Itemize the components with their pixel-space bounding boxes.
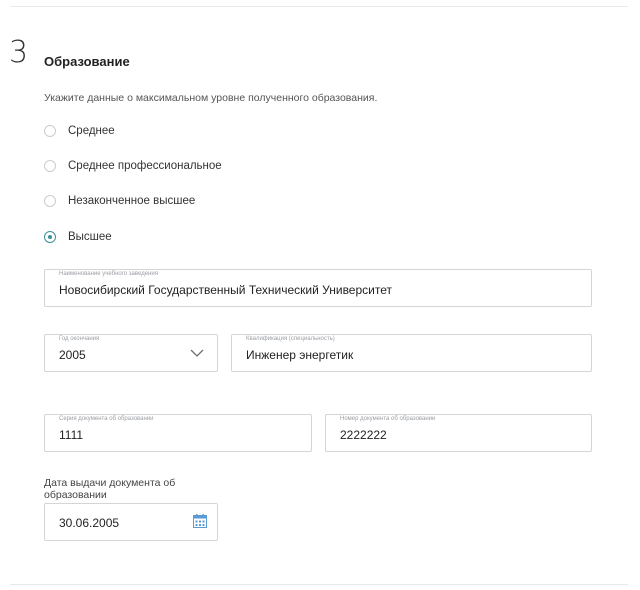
radio-secondary-professional[interactable]: Среднее профессиональное [44,158,222,174]
step-number: 3 [9,35,29,70]
radio-secondary[interactable]: Среднее [44,123,115,139]
radio-circle-checked[interactable] [44,231,56,243]
issue-date-value[interactable]: 30.06.2005 [59,516,119,530]
issue-date-label: Дата выдачи документа об образовании [44,477,176,501]
radio-circle[interactable] [44,195,56,207]
top-divider [10,6,628,7]
graduation-year-value[interactable]: 2005 [59,348,86,362]
radio-incomplete-higher[interactable]: Незаконченное высшее [44,193,195,209]
institution-field[interactable]: Наименование учебного заведения Новосиби… [44,269,592,307]
qualification-field[interactable]: Квалификация (специальность) Инженер эне… [231,334,592,372]
radio-circle[interactable] [44,160,56,172]
radio-label: Незаконченное высшее [68,195,196,207]
qualification-label: Квалификация (специальность) [246,336,335,342]
institution-label: Наименование учебного заведения [59,271,158,277]
institution-value[interactable]: Новосибирский Государственный Технически… [59,283,392,297]
graduation-year-select[interactable]: Год окончания 2005 [44,334,218,372]
graduation-year-label: Год окончания [59,336,100,342]
radio-label: Высшее [68,231,112,243]
doc-series-label: Серия документа об образовании [59,416,154,422]
bottom-divider [10,584,628,585]
radio-label: Среднее профессиональное [68,160,222,172]
doc-number-label: Номер документа об образовании [340,416,436,422]
qualification-value[interactable]: Инженер энергетик [246,348,353,362]
issue-date-field[interactable]: 30.06.2005 [44,503,218,541]
radio-circle[interactable] [44,125,56,137]
section-title: Образование [44,54,130,69]
doc-series-value[interactable]: 1111 [59,428,83,442]
doc-series-field[interactable]: Серия документа об образовании 1111 [44,414,312,452]
section-instruction: Укажите данные о максимальном уровне пол… [44,92,378,104]
doc-number-field[interactable]: Номер документа об образовании 2222222 [325,414,592,452]
doc-number-value[interactable]: 2222222 [340,428,387,442]
calendar-icon[interactable] [193,514,207,528]
chevron-down-icon[interactable] [190,349,204,358]
radio-higher[interactable]: Высшее [44,229,112,245]
radio-label: Среднее [68,125,115,137]
